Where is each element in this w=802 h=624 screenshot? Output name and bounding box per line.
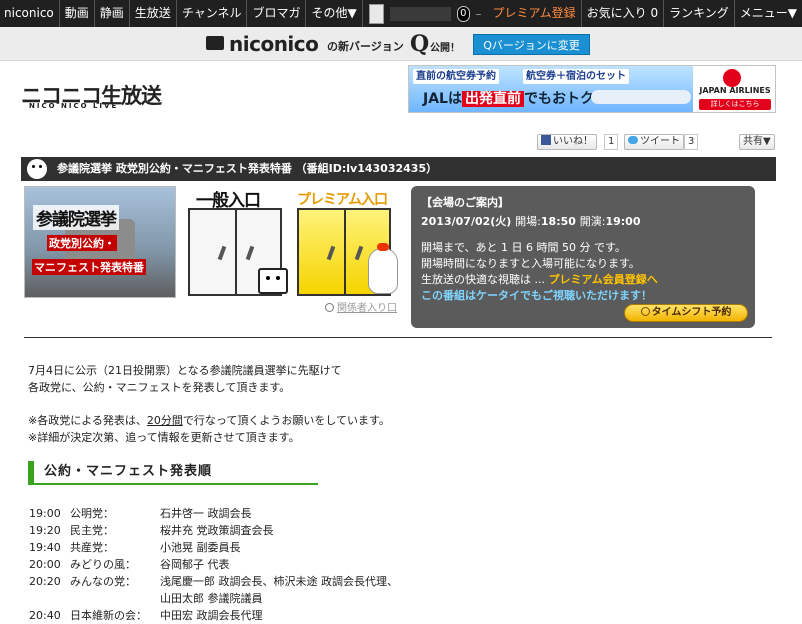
tv-mascot-icon: [258, 268, 288, 294]
mobile-viewing-link[interactable]: この番組はケータイでもご視聴いただけます！: [421, 289, 745, 303]
top-navigation-bar: niconico 動画 静画 生放送 チャンネル ブロマガ その他▼ 0 – プ…: [0, 0, 802, 27]
schedule-time: 2013/07/02(火) 開場:18:50 開演:19:00: [421, 215, 641, 228]
schedule-row: 20:20 みんなの党： 浅尾慶一郎 政調会長、柿沢未途 政調会長代理、: [29, 575, 398, 588]
venue-info-box: 【会場のご案内】 2013/07/02(火) 開場:18:50 開演:19:00…: [411, 186, 755, 328]
program-description: 7月4日に公示（21日投開票）となる参議院議員選挙に先駆けて 各政党に、公約・マ…: [28, 364, 390, 444]
jal-ad-banner[interactable]: 直前の航空券予約 航空券＋宿泊のセット JALは 出発直前 でもおトク! JAPAN…: [408, 65, 776, 113]
new-version-text: の新バージョン: [327, 40, 404, 53]
program-title-bar: 参議院選挙 政党別公約・マニフェスト発表特番 （番組ID:lv143032435…: [21, 157, 776, 181]
schedule-list: 19:00 公明党： 石井啓一 政調会長 19:20 民主党： 桜井充 党政策調査会長 …: [29, 505, 449, 624]
twitter-icon: [628, 136, 638, 144]
nav-ranking[interactable]: ランキング: [664, 0, 735, 27]
nav-blomaga[interactable]: ブロマガ: [247, 0, 307, 27]
facebook-like-button[interactable]: いいね！: [537, 134, 597, 150]
nav-channel[interactable]: チャンネル: [177, 0, 248, 27]
nicolive-mascot-icon: [27, 159, 47, 179]
nav-more[interactable]: その他▼: [306, 0, 363, 27]
venue-info-header: 【会場のご案内】: [421, 196, 509, 209]
clock-icon: [640, 307, 650, 316]
nav-live[interactable]: 生放送: [130, 0, 177, 27]
ad-details-button[interactable]: 詳しくはこちら: [699, 99, 771, 110]
chicken-mascot-icon: [368, 243, 398, 294]
q-logo: Q: [410, 31, 430, 57]
schedule-row: 19:20 民主党： 桜井充 党政策調査会長: [29, 524, 274, 537]
premium-note: 生放送の快適な視聴は ... プレミアム会員登録へ: [421, 273, 658, 286]
thumb-text-3: マニフェスト発表特番: [32, 259, 146, 275]
related-entrance-link[interactable]: 関係者入り口: [325, 299, 397, 314]
timeshift-reserve-button[interactable]: タイムシフト予約: [624, 304, 748, 322]
divider: [24, 337, 772, 338]
premium-entrance-label: プレミアム入口: [297, 192, 388, 208]
tweet-button[interactable]: ツイート: [624, 134, 684, 150]
like-count: 1: [604, 134, 619, 150]
ad-headline: JALは 出発直前 でもおトク!: [423, 91, 601, 107]
switch-to-q-button[interactable]: Qバージョンに変更: [473, 34, 590, 55]
ad-line-b: 航空券＋宿泊のセット: [523, 69, 629, 84]
nav-video[interactable]: 動画: [60, 0, 95, 27]
nav-seiga[interactable]: 静画: [95, 0, 130, 27]
airplane-icon: [591, 90, 691, 104]
thumb-text-2: 政党別公約・: [47, 235, 117, 251]
user-avatar[interactable]: [368, 3, 385, 24]
program-title: 参議院選挙 政党別公約・マニフェスト発表特番 （番組ID:lv143032435…: [57, 162, 438, 175]
jal-crane-icon: [723, 69, 741, 87]
tv-icon: [206, 36, 224, 50]
program-thumbnail: 参議院選挙 政党別公約・ マニフェスト発表特番: [24, 186, 176, 298]
user-name-redacted[interactable]: [390, 6, 452, 21]
released-text: 公開！: [430, 43, 460, 54]
schedule-row: 19:00 公明党： 石井啓一 政調会長: [29, 507, 252, 520]
nav-favorites[interactable]: お気に入り 0: [580, 0, 665, 27]
nicolive-logo[interactable]: ニコニコ生放送 NICO NICO LIVE: [21, 80, 162, 110]
schedule-row: 19:40 共産党： 小池晃 副委員長: [29, 541, 241, 554]
countdown-text: 開場まで、あと 1 日 6 時間 50 分 です。: [421, 241, 626, 254]
nav-separator: –: [475, 6, 482, 21]
thumb-text-1: 参議院選挙: [33, 205, 119, 230]
schedule-row: 20:00 みどりの風： 谷岡郁子 代表: [29, 558, 230, 571]
jal-brand: JAPAN AIRLINES 詳しくはこちら: [693, 66, 775, 112]
person-icon: [325, 303, 334, 312]
niconico-logo: niconico: [229, 32, 319, 56]
nav-menu[interactable]: メニュー▼: [735, 0, 802, 27]
entry-note: 開場時間になりますと入場可能になります。: [421, 257, 640, 270]
ad-line-a: 直前の航空券予約: [413, 69, 499, 84]
facebook-icon: [541, 135, 551, 145]
nicolive-logo-sub: NICO NICO LIVE: [29, 102, 119, 110]
nav-niconico[interactable]: niconico: [0, 0, 60, 27]
manifesto-order-heading: 公約・マニフェスト発表順: [28, 461, 318, 485]
nav-premium-register[interactable]: プレミアム登録: [488, 0, 581, 27]
q-version-banner: niconico の新バージョン Q 公開！ Qバージョンに変更: [0, 27, 802, 61]
schedule-row: 山田太郎 参議院議員: [160, 592, 263, 605]
share-button[interactable]: 共有▼: [739, 134, 775, 150]
premium-register-link[interactable]: プレミアム会員登録へ: [548, 273, 657, 286]
tweet-count: 3: [684, 134, 699, 150]
points-badge: 0: [457, 5, 470, 22]
jal-brand-name: JAPAN AIRLINES: [699, 86, 771, 95]
schedule-row: 20:40 日本維新の会： 中田宏 政調会長代理: [29, 609, 263, 622]
